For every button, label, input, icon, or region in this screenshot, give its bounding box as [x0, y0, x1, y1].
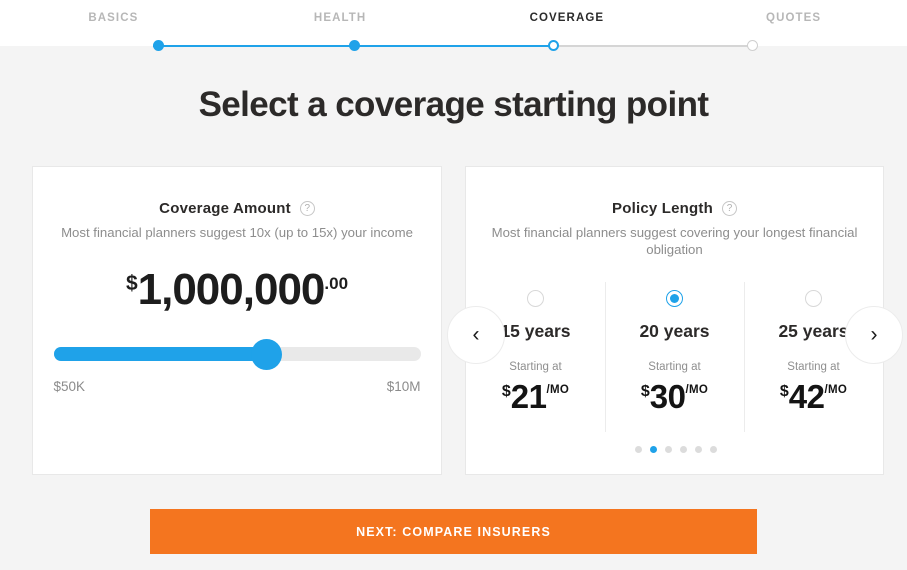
step-label-coverage[interactable]: COVERAGE: [454, 12, 681, 24]
coverage-card-title: Coverage Amount: [159, 200, 291, 217]
carousel-dot-1[interactable]: [634, 446, 642, 453]
coverage-card-header: Coverage Amount ?: [33, 200, 441, 217]
step-label-quotes[interactable]: QUOTES: [680, 12, 907, 24]
policy-length-card: Policy Length ? Most financial planners …: [465, 166, 884, 475]
coverage-amount-slider[interactable]: [53, 337, 421, 371]
coverage-amount-value: $1,000,000.00: [33, 265, 441, 315]
page-title: Select a coverage starting point: [198, 85, 709, 124]
progress-stepper: BASICS HEALTH COVERAGE QUOTES: [0, 0, 907, 51]
radio-20-years[interactable]: [666, 290, 683, 307]
slider-min-label: $50K: [53, 379, 86, 394]
coverage-amount-card: Coverage Amount ? Most financial planner…: [32, 166, 442, 475]
question-circle-icon[interactable]: ?: [721, 201, 737, 216]
stepper-track: [153, 40, 758, 52]
question-circle-icon[interactable]: ?: [299, 201, 315, 216]
price-period-25: /MO: [824, 384, 848, 396]
price-currency-15: $: [501, 383, 511, 400]
policy-card-header: Policy Length ?: [466, 200, 883, 217]
policy-option-20-years[interactable]: 20 years Starting at $30/MO: [605, 282, 744, 452]
step-dot-coverage[interactable]: [548, 40, 559, 51]
price-period-20: /MO: [685, 384, 709, 396]
policy-price-15: $21/MO: [466, 378, 605, 416]
step-label-health[interactable]: HEALTH: [227, 12, 454, 24]
price-currency-25: $: [779, 383, 789, 400]
carousel-dot-2[interactable]: [649, 446, 657, 453]
starting-at-label-20: Starting at: [648, 361, 701, 373]
policy-length-options: 15 years Starting at $21/MO 20 years Sta…: [466, 282, 883, 452]
carousel-dot-5[interactable]: [694, 446, 702, 453]
starting-at-label-15: Starting at: [509, 361, 562, 373]
chevron-left-icon[interactable]: ‹: [447, 306, 505, 364]
slider-thumb[interactable]: [250, 339, 282, 370]
price-value-20: 30: [649, 378, 686, 415]
step-dot-health[interactable]: [349, 40, 360, 51]
policy-card-title: Policy Length: [612, 200, 713, 217]
carousel-dot-3[interactable]: [664, 446, 672, 453]
price-value-25: 42: [788, 378, 825, 415]
policy-price-20: $30/MO: [605, 378, 744, 416]
radio-25-years[interactable]: [805, 290, 822, 307]
radio-15-years[interactable]: [527, 290, 544, 307]
coverage-card-subtitle: Most financial planners suggest 10x (up …: [61, 225, 413, 240]
carousel-dot-4[interactable]: [679, 446, 687, 453]
slider-range-labels: $50K $10M: [54, 379, 421, 394]
policy-card-subtitle: Most financial planners suggest covering…: [491, 225, 858, 257]
stepper-labels: BASICS HEALTH COVERAGE QUOTES: [0, 12, 907, 24]
policy-option-label-20: 20 years: [639, 321, 710, 341]
carousel-dot-6[interactable]: [709, 446, 717, 453]
chevron-right-icon[interactable]: ›: [845, 306, 903, 364]
step-label-basics[interactable]: BASICS: [0, 12, 227, 24]
carousel-pagination: [466, 446, 885, 453]
currency-symbol: $: [125, 272, 138, 295]
amount-cents: .00: [324, 274, 349, 293]
coverage-page: BASICS HEALTH COVERAGE QUOTES Select a c…: [0, 0, 907, 570]
slider-fill: [53, 347, 268, 361]
price-value-15: 21: [510, 378, 547, 415]
starting-at-label-25: Starting at: [787, 361, 840, 373]
amount-digits: 1,000,000: [137, 265, 326, 314]
next-compare-insurers-button[interactable]: NEXT: COMPARE INSURERS: [150, 509, 757, 554]
price-currency-20: $: [640, 383, 650, 400]
slider-max-label: $10M: [386, 379, 421, 394]
step-dot-quotes[interactable]: [747, 40, 758, 51]
price-period-15: /MO: [546, 384, 570, 396]
policy-price-25: $42/MO: [744, 378, 883, 416]
step-dot-basics[interactable]: [153, 40, 164, 51]
